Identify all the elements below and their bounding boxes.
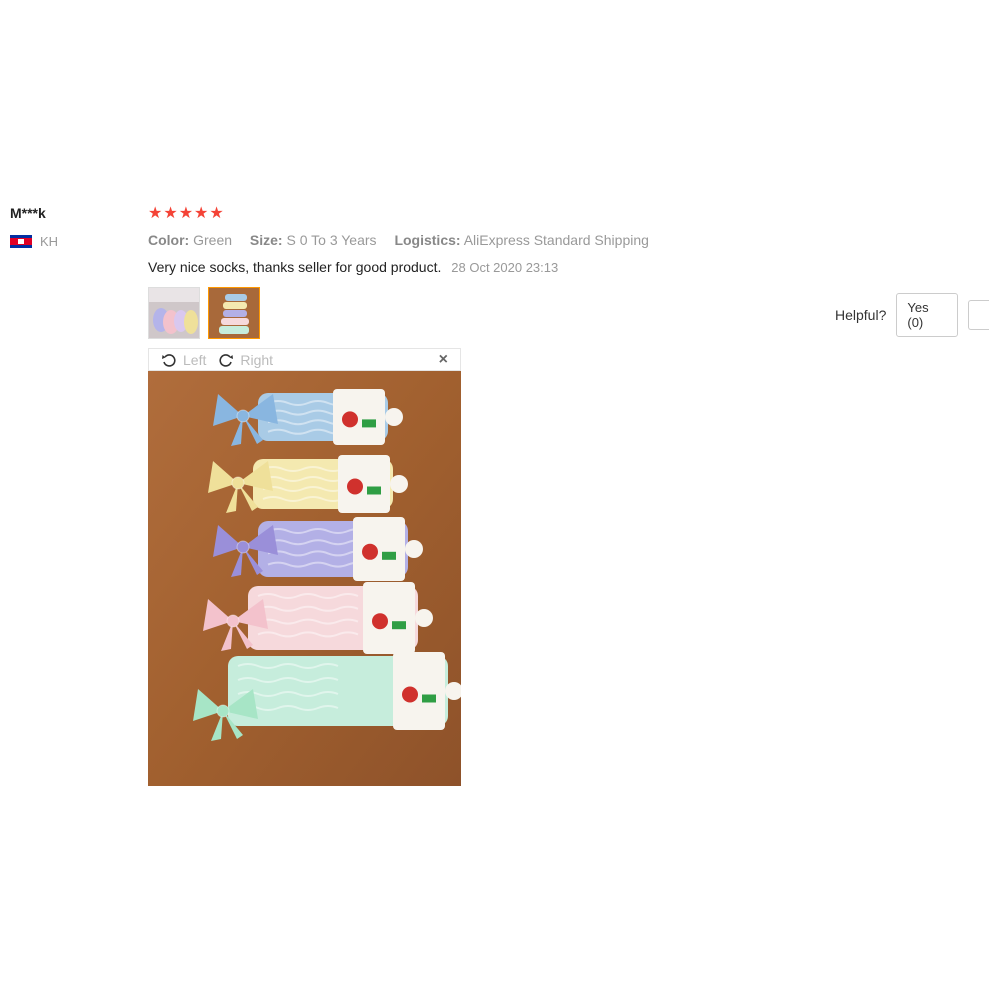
attribute-logistics: Logistics: AliExpress Standard Shipping: [394, 232, 649, 248]
rotate-left-button[interactable]: Left: [161, 352, 206, 368]
attribute-size: Size: S 0 To 3 Years: [249, 232, 377, 248]
review-content: Very nice socks, thanks seller for good …: [148, 259, 558, 275]
review-date: 28 Oct 2020 23:13: [451, 260, 559, 275]
image-viewer-toolbar: Left Right ×: [148, 348, 461, 371]
reviewer-name: M***k: [10, 205, 46, 221]
rotate-left-icon: [162, 353, 176, 367]
star-rating: ★ ★ ★ ★ ★: [148, 205, 224, 223]
review-text: Very nice socks, thanks seller for good …: [148, 259, 442, 275]
reviewer-country: KH: [10, 234, 58, 249]
country-code: KH: [40, 234, 59, 249]
order-attributes: Color: Green Size: S 0 To 3 Years Logist…: [148, 232, 663, 248]
star-icon: ★: [148, 205, 163, 222]
star-icon: ★: [194, 205, 209, 222]
rotate-right-icon: [219, 353, 234, 367]
helpful-yes-button[interactable]: Yes (0): [896, 293, 959, 337]
review-thumbnail-1[interactable]: [148, 287, 200, 339]
socks-photo: [148, 371, 461, 786]
attribute-color: Color: Green: [148, 232, 233, 248]
rotate-left-label: Left: [183, 351, 207, 368]
close-viewer-button[interactable]: ×: [439, 351, 448, 369]
review-thumbnail-2[interactable]: [208, 287, 260, 339]
rotate-right-button[interactable]: Right: [218, 352, 273, 368]
thumbnail-image: [209, 288, 259, 338]
review-thumbnails: [148, 287, 260, 339]
helpful-no-button[interactable]: [968, 300, 989, 330]
star-icon: ★: [178, 205, 194, 222]
thumbnail-image: [149, 288, 199, 338]
helpful-label: Helpful?: [835, 307, 887, 323]
helpful-vote: Helpful? Yes (0): [835, 293, 989, 337]
review-photo: [148, 371, 461, 786]
star-icon: ★: [163, 205, 178, 222]
star-icon: ★: [209, 205, 224, 222]
rotate-right-label: Right: [240, 351, 274, 368]
cambodia-flag-icon: [10, 235, 32, 248]
